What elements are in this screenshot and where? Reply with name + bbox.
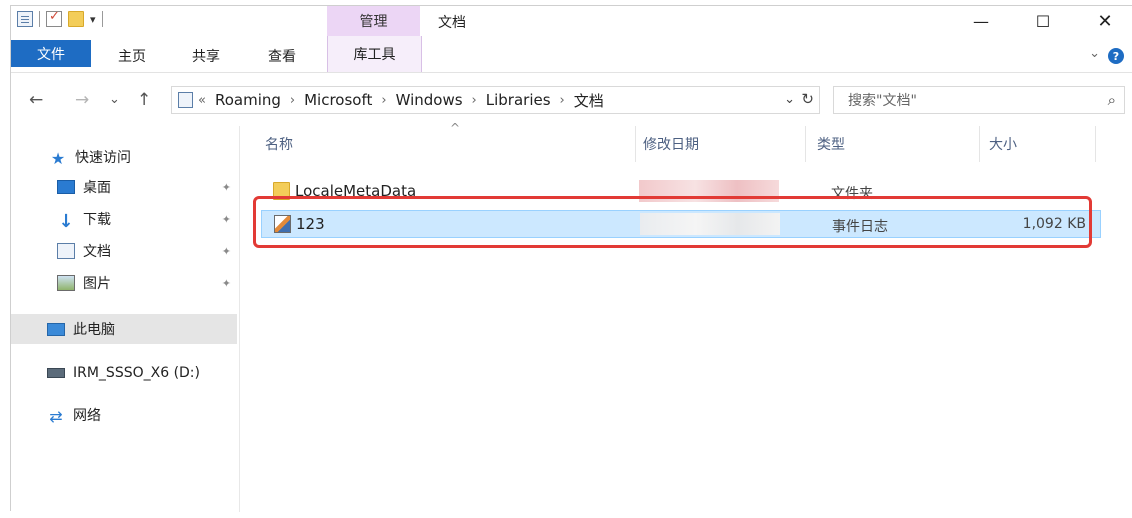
download-arrow-icon: ↓ [58, 211, 74, 232]
tab-home[interactable]: 主页 [103, 40, 161, 72]
title-bar: ▾ 管理 文档 — ☐ ✕ [11, 6, 1132, 36]
breadcrumb-libraries[interactable]: Libraries [482, 91, 555, 109]
sidebar-item-label: 图片 [83, 276, 111, 292]
file-list: ^ 名称 修改日期 类型 大小 LocaleMetaData 文件夹 123 事… [247, 121, 1132, 512]
search-icon[interactable]: ⌕ [1108, 91, 1116, 109]
address-bar[interactable]: « Roaming › Microsoft › Windows › Librar… [171, 86, 820, 114]
column-header-type[interactable]: 类型 [817, 126, 977, 162]
toolbar-divider [39, 11, 40, 27]
sidebar-item-label: 下载 [83, 212, 111, 228]
library-icon [178, 92, 193, 108]
ribbon-tabs: 文件 主页 共享 查看 库工具 ⌄ ? [11, 36, 1132, 73]
network-icon: ⇄ [49, 407, 63, 426]
breadcrumb-chevron-icon[interactable]: › [285, 93, 300, 108]
tab-share[interactable]: 共享 [177, 40, 235, 72]
sidebar-item-downloads[interactable]: ↓ 下载 ✦ [11, 204, 237, 234]
sidebar-item-label: 网络 [73, 408, 101, 424]
red-highlight-box [253, 196, 1092, 248]
computer-icon [47, 322, 65, 336]
column-header-name[interactable]: 名称 [265, 126, 635, 162]
close-button[interactable]: ✕ [1075, 6, 1132, 36]
up-button[interactable]: ↑ [137, 90, 151, 110]
breadcrumb-chevron-icon[interactable]: › [555, 93, 570, 108]
sidebar-item-desktop[interactable]: 桌面 ✦ [11, 172, 237, 202]
breadcrumb-windows[interactable]: Windows [392, 91, 467, 109]
address-history-dropdown-icon[interactable]: ⌄ [784, 92, 795, 107]
expand-ribbon-chevron-icon[interactable]: ⌄ [1089, 46, 1100, 61]
forward-button[interactable]: → [75, 90, 89, 110]
column-header-size[interactable]: 大小 [989, 126, 1089, 162]
toolbar-divider [101, 11, 103, 27]
breadcrumb-microsoft[interactable]: Microsoft [300, 91, 376, 109]
address-row: ← → ⌄ ↑ « Roaming › Microsoft › Windows … [11, 82, 1132, 118]
search-box[interactable]: 搜索"文档" ⌕ [833, 86, 1125, 114]
pin-icon[interactable]: ✦ [222, 245, 231, 258]
breadcrumb-roaming[interactable]: Roaming [211, 91, 285, 109]
maximize-button[interactable]: ☐ [1013, 6, 1073, 36]
recent-locations-dropdown[interactable]: ⌄ [109, 92, 120, 107]
drive-icon [47, 368, 65, 378]
new-folder-icon[interactable] [68, 11, 84, 27]
pin-icon[interactable]: ✦ [222, 181, 231, 194]
sidebar-item-label: 快速访问 [75, 150, 131, 166]
checklist-icon[interactable] [46, 9, 62, 27]
back-button[interactable]: ← [29, 90, 43, 110]
tab-file[interactable]: 文件 [11, 40, 91, 67]
column-divider[interactable] [979, 126, 980, 162]
pin-icon[interactable]: ✦ [222, 277, 231, 290]
breadcrumb-documents[interactable]: 文档 [570, 90, 608, 111]
sidebar-item-pictures[interactable]: 图片 ✦ [11, 268, 237, 298]
breadcrumb-chevron-icon[interactable]: › [467, 93, 482, 108]
navigation-pane: ★ 快速访问 桌面 ✦ ↓ 下载 ✦ 文档 ✦ 图片 ✦ 此电脑 IRM_SSS… [11, 126, 240, 512]
breadcrumb-overflow[interactable]: « [193, 93, 211, 108]
pictures-icon [57, 275, 75, 291]
breadcrumb-chevron-icon[interactable]: › [376, 93, 391, 108]
column-header-date-modified[interactable]: 修改日期 [643, 126, 803, 162]
sidebar-item-label: 文档 [83, 244, 111, 260]
help-icon[interactable]: ? [1108, 48, 1124, 64]
properties-icon[interactable] [17, 11, 33, 27]
star-icon: ★ [50, 149, 66, 168]
sidebar-item-drive-d[interactable]: IRM_SSSO_X6 (D:) [11, 358, 237, 388]
pin-icon[interactable]: ✦ [222, 213, 231, 226]
sidebar-item-label: 此电脑 [73, 322, 115, 338]
column-divider[interactable] [805, 126, 806, 162]
refresh-icon[interactable]: ↻ [801, 90, 814, 108]
sidebar-item-network[interactable]: ⇄ 网络 [11, 400, 237, 430]
documents-icon [57, 243, 75, 259]
file-explorer-window: ▾ 管理 文档 — ☐ ✕ 文件 主页 共享 查看 库工具 ⌄ ? ← → ⌄ … [10, 5, 1132, 512]
tab-view[interactable]: 查看 [253, 40, 311, 72]
sidebar-item-label: IRM_SSSO_X6 (D:) [73, 365, 200, 381]
column-divider[interactable] [635, 126, 636, 162]
customize-toolbar-dropdown-icon[interactable]: ▾ [90, 13, 96, 26]
sidebar-item-quick-access[interactable]: ★ 快速访问 [11, 142, 237, 172]
quick-access-toolbar: ▾ [17, 9, 103, 27]
sidebar-item-label: 桌面 [83, 180, 111, 196]
context-tab-manage[interactable]: 管理 [327, 6, 420, 36]
desktop-icon [57, 180, 75, 194]
column-divider[interactable] [1095, 126, 1096, 162]
minimize-button[interactable]: — [951, 6, 1011, 36]
window-title: 文档 [438, 15, 466, 31]
tab-library-tools[interactable]: 库工具 [327, 36, 422, 72]
search-placeholder: 搜索"文档" [848, 93, 917, 109]
sidebar-item-this-pc[interactable]: 此电脑 [11, 314, 237, 344]
sidebar-item-documents[interactable]: 文档 ✦ [11, 236, 237, 266]
